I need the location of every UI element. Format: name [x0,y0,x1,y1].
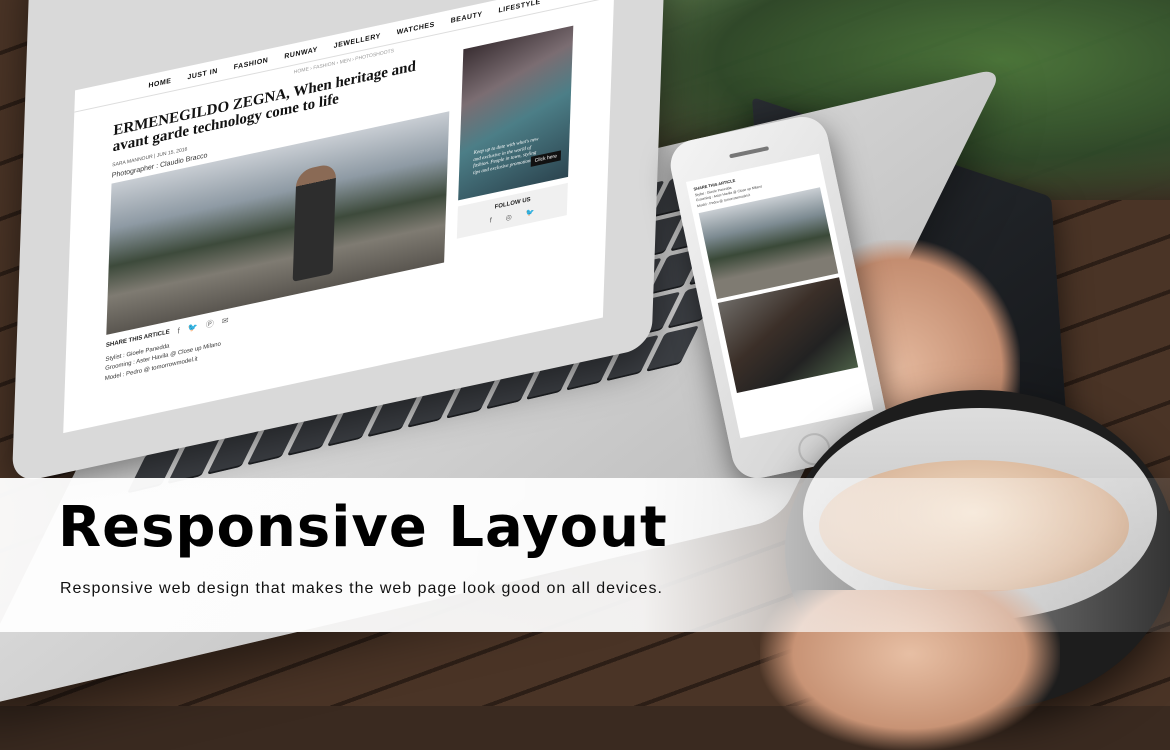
email-icon[interactable]: ✉ [222,315,229,326]
sidebar: Keep up to date with what's new and excl… [454,25,574,310]
facebook-icon[interactable]: f [490,217,492,225]
twitter-icon[interactable]: 🐦 [526,208,535,218]
nav-fashion[interactable]: FASHION [234,57,269,71]
pinterest-icon[interactable]: Ⓟ [206,317,214,330]
phone-speaker [729,146,770,159]
sidebar-promo: Keep up to date with what's new and excl… [458,25,574,201]
headline: Responsive Layout [58,495,668,560]
banner: Responsive Layout Responsive web design … [0,478,1170,632]
nav-lifestyle[interactable]: LIFESTYLE [498,0,540,15]
tagline: Responsive web design that makes the web… [60,580,663,597]
phone-portrait-photo [717,277,859,393]
keyboard-key [645,325,700,372]
nav-just-in[interactable]: JUST IN [187,68,218,82]
nav-beauty[interactable]: BEAUTY [451,11,483,25]
instagram-icon[interactable]: ◎ [506,213,512,222]
laptop-screen: HOME JUST IN FASHION RUNWAY JEWELLERY WA… [63,0,615,434]
nav-home[interactable]: HOME [148,78,171,90]
facebook-icon[interactable]: f [177,326,180,336]
nav-runway[interactable]: RUNWAY [284,46,318,60]
nav-watches[interactable]: WATCHES [397,21,435,36]
